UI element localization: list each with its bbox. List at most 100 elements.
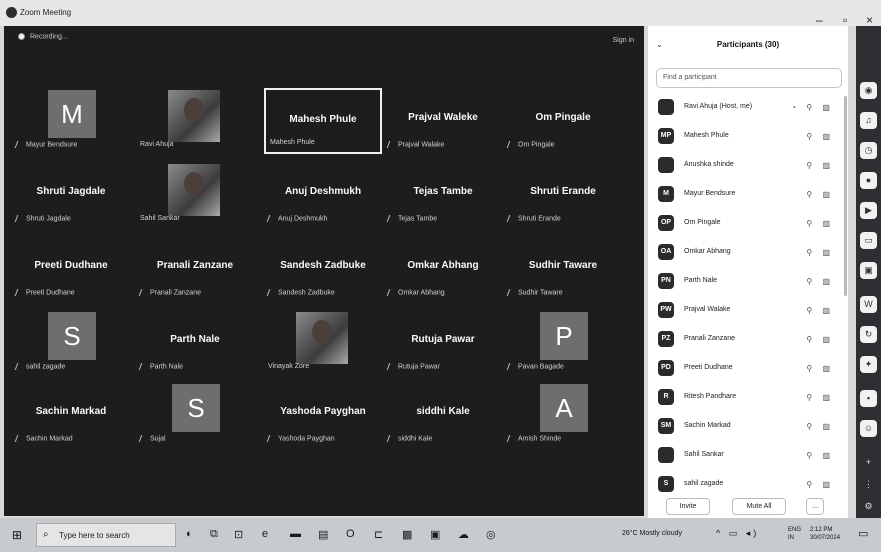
participant-row[interactable]: SM Sachin Markad ⚲ ▨ xyxy=(656,413,842,442)
video-tile[interactable]: Sachin Markad Sachin Markad xyxy=(12,382,130,448)
video-tile[interactable]: Rutuja Pawar Rutuja Pawar xyxy=(384,310,502,376)
more-options-button[interactable]: ... xyxy=(806,498,824,515)
maximize-button[interactable]: ▫ xyxy=(843,14,847,26)
participant-status-icons[interactable]: ⚲ ▨ xyxy=(806,393,834,402)
video-tile[interactable]: M Mayur Bendsure xyxy=(12,88,130,154)
participant-row[interactable]: Ravi Ahuja (Host, me) ◔ ⚲ ▨ xyxy=(656,94,842,123)
video-tile[interactable]: Ssahil zagade xyxy=(12,310,130,376)
video-tile[interactable]: Pranali Zanzane Pranali Zanzane xyxy=(136,236,254,302)
video-tile[interactable]: Sahil Sankar xyxy=(136,162,254,228)
participant-row[interactable]: M Mayur Bendsure ⚲ ▨ xyxy=(656,181,842,210)
app-icon[interactable]: ▣ xyxy=(860,262,877,279)
participant-row[interactable]: PW Prajval Walake ⚲ ▨ xyxy=(656,297,842,326)
settings-icon[interactable]: ⚙ xyxy=(860,498,877,515)
participant-status-icons[interactable]: ⚲ ▨ xyxy=(806,335,834,344)
video-tile[interactable]: Mahesh Phule Mahesh Phule xyxy=(264,88,382,154)
participant-scrollbar[interactable] xyxy=(844,96,847,296)
participant-status-icons[interactable]: ⚲ ▨ xyxy=(806,219,834,228)
participant-status-icons[interactable]: ⚲ ▨ xyxy=(806,306,834,315)
participant-row[interactable]: Sahil Sankar ⚲ ▨ xyxy=(656,442,842,471)
system-tray-icons[interactable]: ^ ▭ ◂) xyxy=(716,528,759,539)
participant-status-icons[interactable]: ⚲ ▨ xyxy=(806,422,834,431)
app-icon[interactable]: ▪ xyxy=(860,390,877,407)
video-tile[interactable]: P Pavan Bagade xyxy=(504,310,622,376)
add-icon[interactable]: + xyxy=(860,454,877,471)
video-tile[interactable]: Vinayak Zore xyxy=(264,310,382,376)
participant-status-icons[interactable]: ⚲ ▨ xyxy=(806,132,834,141)
video-tile[interactable]: A Amish Shinde xyxy=(504,382,622,448)
participant-status-icons[interactable]: ⚲ ▨ xyxy=(806,364,834,373)
music-icon[interactable]: ♫ xyxy=(860,112,877,129)
video-tile[interactable]: Ravi Ahuja xyxy=(136,88,254,154)
store-icon[interactable]: ▤ xyxy=(318,528,328,541)
participant-row[interactable]: PZ Pranali Zanzane ⚲ ▨ xyxy=(656,326,842,355)
recording-indicator[interactable]: Recording... xyxy=(18,33,68,40)
refresh-icon[interactable]: ↻ xyxy=(860,326,877,343)
edge-icon[interactable]: e xyxy=(262,528,268,540)
video-tile[interactable]: Prajval Waleke Prajval Walake xyxy=(384,88,502,154)
participant-search-input[interactable]: Find a participant xyxy=(656,68,842,88)
mute-all-button[interactable]: Mute All xyxy=(732,498,786,515)
participant-status-icons[interactable]: ⚲ ▨ xyxy=(806,190,834,199)
language-indicator[interactable]: ENG IN xyxy=(788,526,801,542)
video-tile[interactable]: Sudhir Taware Sudhir Taware xyxy=(504,236,622,302)
participant-row[interactable]: OA Omkar Abhang ⚲ ▨ xyxy=(656,239,842,268)
participant-status-icons[interactable]: ◔ ⚲ ▨ xyxy=(791,103,834,112)
participant-status-icons[interactable]: ⚲ ▨ xyxy=(806,277,834,286)
participant-name: Sachin Markad xyxy=(684,422,731,429)
video-tile[interactable]: Sandesh Zadbuke Sandesh Zadbuke xyxy=(264,236,382,302)
participant-status-icons[interactable]: ⚲ ▨ xyxy=(806,161,834,170)
video-tile[interactable]: Yashoda Payghan Yashoda Payghan xyxy=(264,382,382,448)
video-tile[interactable]: S Sujal xyxy=(136,382,254,448)
app-icon[interactable]: ▩ xyxy=(402,528,412,541)
video-tile[interactable]: Preeti Dudhane Preeti Dudhane xyxy=(12,236,130,302)
timer-icon[interactable]: ◷ xyxy=(860,142,877,159)
clock[interactable]: 2:12 PM 30/07/2024 xyxy=(810,526,840,542)
app-icon[interactable]: ▭ xyxy=(860,232,877,249)
participant-row[interactable]: OP Om Pingale ⚲ ▨ xyxy=(656,210,842,239)
taskbar-search-input[interactable]: ⌕ Type here to search xyxy=(36,523,176,547)
participant-row[interactable]: PN Parth Nale ⚲ ▨ xyxy=(656,268,842,297)
participant-row[interactable]: R Ritesh Pandhare ⚲ ▨ xyxy=(656,384,842,413)
minimize-button[interactable]: – xyxy=(816,14,823,26)
profile-icon[interactable]: ● xyxy=(860,172,877,189)
sign-in-link[interactable]: Sign in xyxy=(613,37,634,44)
app-icon[interactable]: ☺ xyxy=(860,420,877,437)
participants-panel: ⌄ Participants (30) Find a participant R… xyxy=(648,26,848,522)
word-icon[interactable]: W xyxy=(860,296,877,313)
video-tile[interactable]: Parth Nale Parth Nale xyxy=(136,310,254,376)
zoom-taskbar-icon[interactable]: ◎ xyxy=(486,528,496,541)
video-tile[interactable]: Tejas Tambe Tejas Tambe xyxy=(384,162,502,228)
video-tile[interactable]: Omkar Abhang Omkar Abhang xyxy=(384,236,502,302)
windows-start-icon[interactable]: ⊞ xyxy=(12,528,22,542)
cortana-icon[interactable]: ◐ xyxy=(186,528,193,540)
video-tile[interactable]: Shruti Jagdale Shruti Jagdale xyxy=(12,162,130,228)
file-explorer-icon[interactable]: ▬ xyxy=(290,528,301,540)
more-icon[interactable]: ⋮ xyxy=(860,476,877,493)
app-icon[interactable]: ✦ xyxy=(860,356,877,373)
app-icon[interactable]: ☁ xyxy=(458,528,469,541)
play-icon[interactable]: ▶ xyxy=(860,202,877,219)
video-tile[interactable]: Shruti Erande Shruti Erande xyxy=(504,162,622,228)
participant-status-icons[interactable]: ⚲ ▨ xyxy=(806,480,834,489)
widgets-icon[interactable]: ⊡ xyxy=(234,528,243,541)
invite-button[interactable]: Invite xyxy=(666,498,710,515)
close-button[interactable]: × xyxy=(866,14,873,26)
app-icon[interactable]: ▣ xyxy=(430,528,440,541)
participant-row[interactable]: Anushka shinde ⚲ ▨ xyxy=(656,152,842,181)
notifications-icon[interactable]: ▭ xyxy=(858,527,868,540)
participant-row[interactable]: MP Mahesh Phule ⚲ ▨ xyxy=(656,123,842,152)
tile-name-label: Mayur Bendsure xyxy=(14,140,77,148)
video-tile[interactable]: Om Pingale Om Pingale xyxy=(504,88,622,154)
video-tile[interactable]: Anuj Deshmukh Anuj Deshmukh xyxy=(264,162,382,228)
participant-row[interactable]: PD Preeti Dudhane ⚲ ▨ xyxy=(656,355,842,384)
participant-status-icons[interactable]: ⚲ ▨ xyxy=(806,451,834,460)
participant-row[interactable]: Ssahil zagade ⚲ ▨ xyxy=(656,471,842,500)
app-icon[interactable]: ⊏ xyxy=(374,528,383,541)
app-icon[interactable]: O xyxy=(346,528,355,540)
app-icon[interactable]: ◉ xyxy=(860,82,877,99)
participant-status-icons[interactable]: ⚲ ▨ xyxy=(806,248,834,257)
video-tile[interactable]: siddhi Kale siddhi Kale xyxy=(384,382,502,448)
weather-widget[interactable]: 26°C Mostly cloudy xyxy=(622,530,682,537)
task-view-icon[interactable]: ⧉ xyxy=(210,528,218,541)
